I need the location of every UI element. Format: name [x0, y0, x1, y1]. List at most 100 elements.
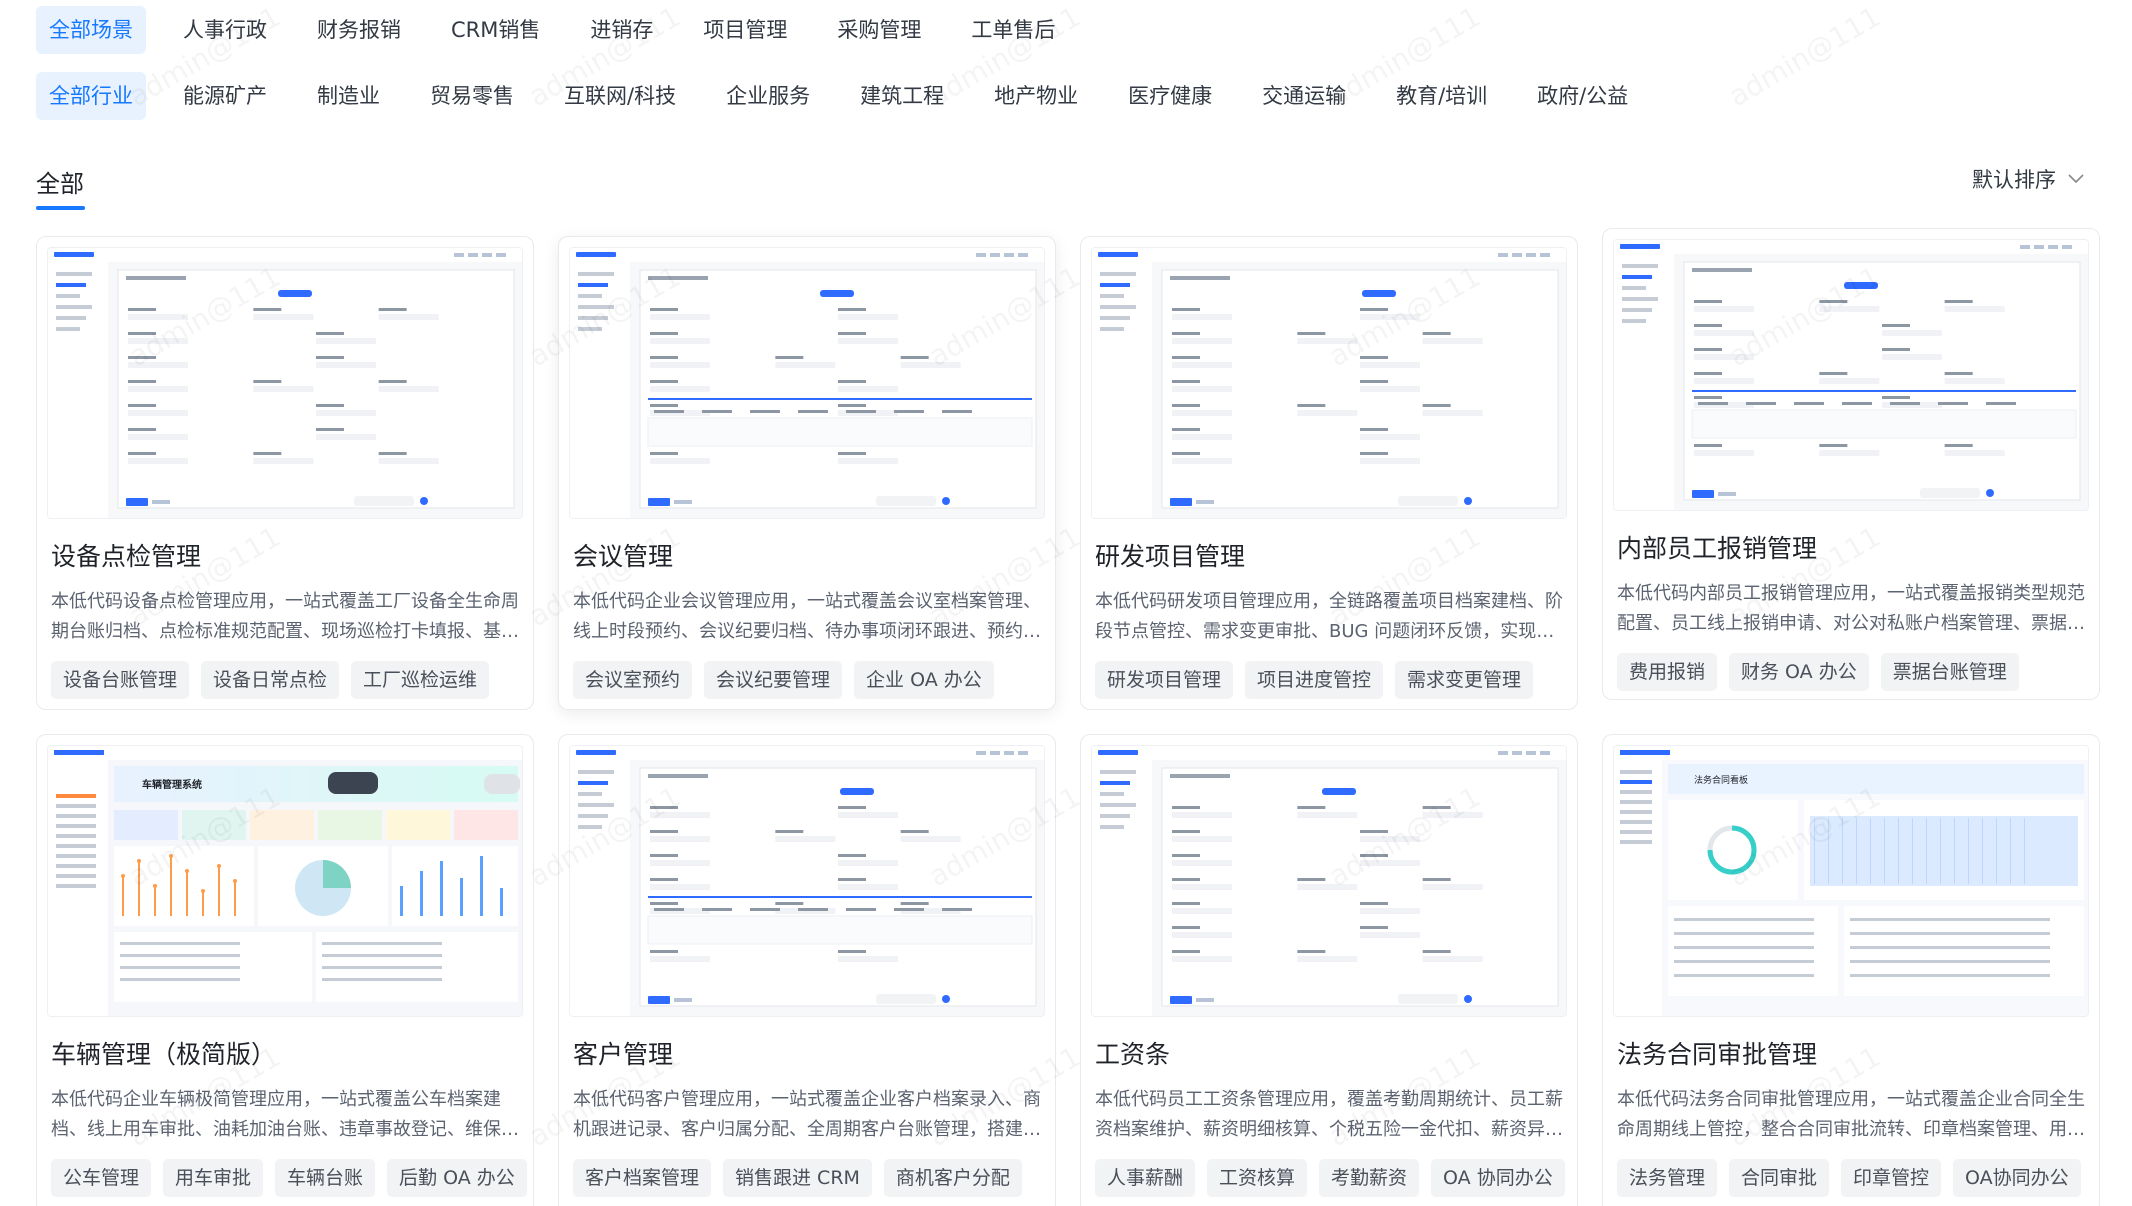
sort-label: 默认排序: [1972, 168, 2056, 192]
template-tag: 企业 OA 办公: [854, 661, 994, 699]
industry-filter-chip[interactable]: 全部行业: [36, 72, 146, 120]
template-card-title: 内部员工报销管理: [1617, 534, 1818, 563]
template-tag: 财务 OA 办公: [1729, 653, 1869, 691]
scene-filter-chip[interactable]: 全部场景: [36, 6, 146, 54]
industry-filter-chip[interactable]: 建筑工程: [847, 72, 957, 120]
industry-filter-chip[interactable]: 能源矿产: [170, 72, 280, 120]
template-card-title: 设备点检管理: [51, 542, 202, 571]
template-tag: 票据台账管理: [1880, 653, 2019, 691]
template-card[interactable]: 设备点检管理本低代码设备点检管理应用，一站式覆盖工厂设备全生命周期台账归档、点检…: [36, 236, 534, 710]
scene-filter-chip[interactable]: 进销存: [577, 6, 666, 54]
template-tag: 设备日常点检: [201, 661, 340, 699]
template-card-tags: 客户档案管理 销售跟进 CRM 商机客户分配: [559, 1159, 1055, 1197]
template-tag: 工资核算: [1207, 1159, 1308, 1197]
template-card[interactable]: 内部员工报销管理本低代码内部员工报销管理应用，一站式覆盖报销类型规范配置、员工线…: [1602, 228, 2100, 700]
watermark-text: admin@111: [2123, 780, 2132, 893]
template-card-tags: 会议室预约 会议纪要管理 企业 OA 办公: [559, 661, 1055, 699]
template-card-title: 会议管理: [573, 542, 674, 571]
template-card-title: 客户管理: [573, 1040, 674, 1069]
template-preview-image: 法务合同看板: [1613, 745, 2089, 1017]
watermark-text: admin@111: [1723, 0, 1886, 113]
watermark-text: admin@111: [2123, 1040, 2132, 1153]
template-tag: 法务管理: [1617, 1159, 1718, 1197]
template-tag: 会议纪要管理: [704, 661, 843, 699]
svg-text:法务合同看板: 法务合同看板: [1694, 774, 1748, 786]
template-tag: OA 协同办公: [1431, 1159, 1565, 1197]
scene-filter-chip[interactable]: 项目管理: [690, 6, 800, 54]
template-tag: 销售跟进 CRM: [723, 1159, 872, 1197]
template-tag: OA协同办公: [1953, 1159, 2081, 1197]
template-card-description: 本低代码客户管理应用，一站式覆盖企业客户档案录入、商机跟进记录、客户归属分配、全…: [573, 1089, 1041, 1140]
template-card-description: 本低代码设备点检管理应用，一站式覆盖工厂设备全生命周期台账归档、点检标准规范配置…: [51, 591, 519, 642]
template-card-tags: 费用报销 财务 OA 办公 票据台账管理: [1603, 653, 2099, 691]
template-card-description: 本低代码企业会议管理应用，一站式覆盖会议室档案管理、线上时段预约、会议纪要归档、…: [573, 591, 1041, 642]
industry-filter-chip[interactable]: 贸易零售: [417, 72, 527, 120]
section-title-underline: [36, 206, 85, 210]
template-tag: 需求变更管理: [1395, 661, 1534, 699]
template-preview-image: [1613, 239, 2089, 511]
template-card-description: 本低代码法务合同审批管理应用，一站式覆盖企业合同全生命周期线上管控，整合合同审批…: [1617, 1089, 2085, 1140]
section-title: 全部: [36, 170, 84, 198]
watermark-text: admin@111: [2123, 260, 2132, 373]
scene-filter-chip[interactable]: 财务报销: [304, 6, 414, 54]
industry-filter-chip[interactable]: 互联网/科技: [551, 72, 689, 120]
template-tag: 考勤薪资: [1319, 1159, 1420, 1197]
template-card-description: 本低代码内部员工报销管理应用，一站式覆盖报销类型规范配置、员工线上报销申请、对公…: [1617, 583, 2085, 634]
scene-filter-chip[interactable]: 工单售后: [958, 6, 1068, 54]
template-tag: 工厂巡检运维: [351, 661, 490, 699]
scene-filter-chip[interactable]: 人事行政: [170, 6, 280, 54]
template-tag: 项目进度管控: [1245, 661, 1384, 699]
template-card[interactable]: 研发项目管理本低代码研发项目管理应用，全链路覆盖项目档案建档、阶段节点管控、需求…: [1080, 236, 1578, 710]
template-card-tags: 公车管理 用车审批 车辆台账 后勤 OA 办公: [37, 1159, 533, 1197]
chevron-down-icon: [2068, 174, 2084, 184]
template-preview-image: 车辆管理系统: [47, 745, 523, 1017]
template-tag: 费用报销: [1617, 653, 1718, 691]
template-tag: 印章管控: [1841, 1159, 1942, 1197]
template-card-title: 研发项目管理: [1095, 542, 1246, 571]
template-card[interactable]: 法务合同看板法务合同审批管理本低代码法务合同审批管理应用，一站式覆盖企业合同全生…: [1602, 734, 2100, 1206]
template-preview-image: [47, 247, 523, 519]
template-card[interactable]: 工资条本低代码员工工资条管理应用，覆盖考勤周期统计、员工薪资档案维护、薪资明细核…: [1080, 734, 1578, 1206]
template-tag: 车辆台账: [275, 1159, 376, 1197]
scene-filter-chip[interactable]: CRM销售: [438, 6, 553, 54]
template-tag: 会议室预约: [573, 661, 693, 699]
svg-text:车辆管理系统: 车辆管理系统: [142, 778, 202, 791]
template-card-tags: 研发项目管理 项目进度管控 需求变更管理: [1081, 661, 1577, 699]
template-tag: 设备台账管理: [51, 661, 190, 699]
template-card-description: 本低代码员工工资条管理应用，覆盖考勤周期统计、员工薪资档案维护、薪资明细核算、个…: [1095, 1089, 1563, 1140]
template-card-tags: 法务管理 合同审批 印章管控 OA协同办公: [1603, 1159, 2099, 1197]
template-preview-image: [1091, 745, 1567, 1017]
industry-filter-chip[interactable]: 地产物业: [981, 72, 1091, 120]
industry-filter-chip[interactable]: 交通运输: [1249, 72, 1359, 120]
template-tag: 研发项目管理: [1095, 661, 1234, 699]
template-tag: 公车管理: [51, 1159, 152, 1197]
template-tag: 后勤 OA 办公: [387, 1159, 527, 1197]
template-card-title: 工资条: [1095, 1040, 1171, 1069]
template-card[interactable]: 客户管理本低代码客户管理应用，一站式覆盖企业客户档案录入、商机跟进记录、客户归属…: [558, 734, 1056, 1206]
scene-filter-row: 全部场景 人事行政 财务报销 CRM销售 进销存 项目管理 采购管理 工单售后: [36, 6, 1092, 54]
industry-filter-chip[interactable]: 政府/公益: [1524, 72, 1641, 120]
template-tag: 人事薪酬: [1095, 1159, 1196, 1197]
template-tag: 商机客户分配: [883, 1159, 1022, 1197]
template-card-title: 车辆管理（极简版）: [51, 1040, 277, 1069]
template-card[interactable]: 车辆管理系统车辆管理（极简版） 本低代码企业车辆极简管理应用，一站式覆盖公车档案建…: [36, 734, 534, 1206]
industry-filter-chip[interactable]: 教育/培训: [1383, 72, 1500, 120]
industry-filter-chip[interactable]: 企业服务: [713, 72, 823, 120]
template-preview-image: [569, 745, 1045, 1017]
watermark-text: admin@111: [2123, 0, 2132, 113]
template-preview-image: [569, 247, 1045, 519]
template-tag: 客户档案管理: [573, 1159, 712, 1197]
template-card-title: 法务合同审批管理: [1617, 1040, 1818, 1069]
template-tag: 合同审批: [1729, 1159, 1830, 1197]
template-tag: 用车审批: [163, 1159, 264, 1197]
template-card-description: 本低代码研发项目管理应用，全链路覆盖项目档案建档、阶段节点管控、需求变更审批、B…: [1095, 591, 1563, 642]
sort-dropdown[interactable]: 默认排序: [1972, 164, 2084, 194]
template-card-description: 本低代码企业车辆极简管理应用，一站式覆盖公车档案建档、线上用车审批、油耗加油台账…: [51, 1089, 519, 1140]
industry-filter-chip[interactable]: 医疗健康: [1115, 72, 1225, 120]
industry-filter-chip[interactable]: 制造业: [304, 72, 393, 120]
template-card[interactable]: 会议管理本低代码企业会议管理应用，一站式覆盖会议室档案管理、线上时段预约、会议纪…: [558, 236, 1056, 710]
scene-filter-chip[interactable]: 采购管理: [824, 6, 934, 54]
template-card-tags: 人事薪酬 工资核算 考勤薪资 OA 协同办公: [1081, 1159, 1577, 1197]
industry-filter-row: 全部行业 能源矿产 制造业 贸易零售 互联网/科技 企业服务 建筑工程 地产物业 医疗健康 交通运…: [36, 72, 1665, 120]
template-preview-image: [1091, 247, 1567, 519]
